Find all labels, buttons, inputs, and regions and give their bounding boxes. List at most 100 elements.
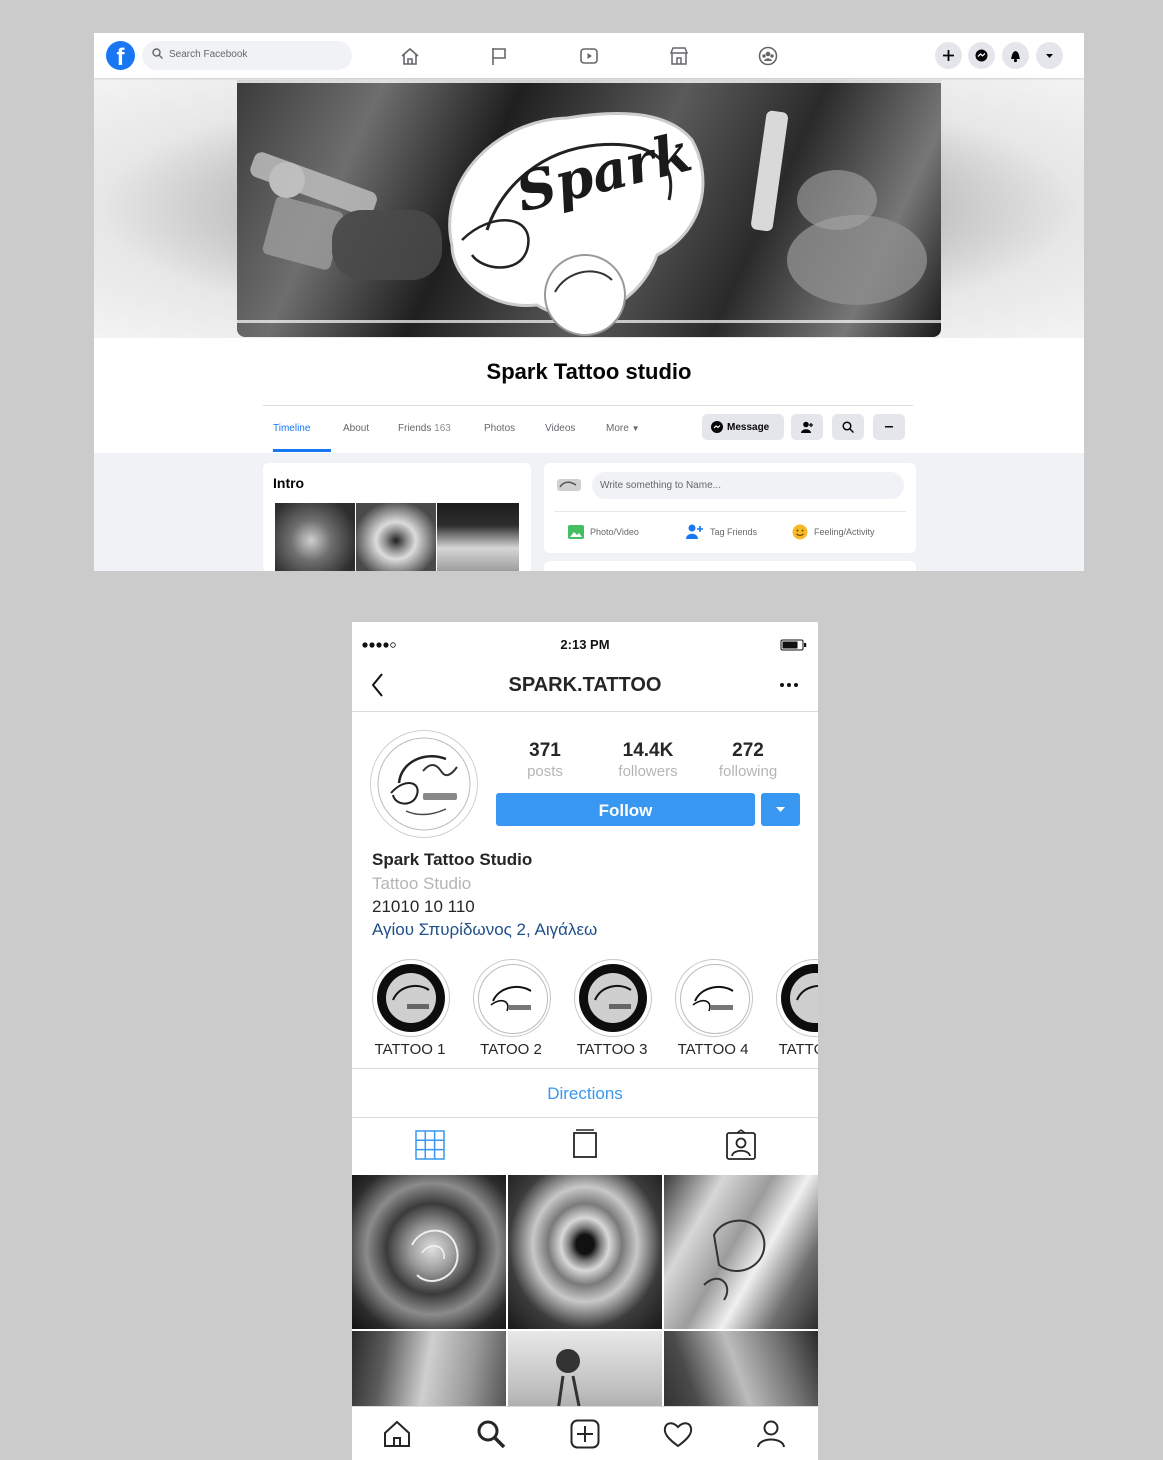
profile-icon[interactable] [756,1419,786,1449]
follow-button[interactable]: Follow [496,793,755,826]
tag-friends-button[interactable]: Tag Friends [686,523,786,543]
following-label[interactable]: following [698,763,798,780]
message-button-label: Message [727,422,770,433]
more-dots-icon [885,426,893,428]
watch-icon[interactable] [578,45,600,67]
followers-label[interactable]: followers [598,763,698,780]
followers-count[interactable]: 14.4K [598,740,698,762]
follow-button-label: Follow [598,801,653,820]
tag-friends-icon [686,524,703,539]
highlight-label: TATOO 2 [480,1041,542,1058]
highlight-ring [473,959,551,1037]
grid-photo[interactable] [508,1175,662,1329]
tab-friends-label: Friends [398,423,432,434]
feed-view-icon[interactable] [572,1128,598,1160]
highlight-cover [478,964,548,1034]
status-time: 2:13 PM [560,637,610,652]
intro-photo[interactable] [275,503,355,571]
plus-icon [943,50,954,61]
highlight-ring [776,959,818,1037]
search-icon[interactable] [476,1419,506,1449]
intro-photo[interactable] [437,503,519,571]
tab-timeline[interactable]: Timeline [273,423,310,434]
facebook-page-mockup: Spark Spark Tattoo studio Timeline About… [94,33,1084,571]
grid-photo[interactable] [664,1175,818,1329]
divider [352,1068,818,1069]
page-search-button[interactable] [832,414,864,440]
create-button[interactable] [935,42,962,69]
cover-photo: Spark [237,80,941,337]
profile-avatar[interactable] [370,730,478,838]
home-icon[interactable] [399,45,421,67]
highlight-cover [579,964,647,1032]
following-count[interactable]: 272 [698,740,798,762]
facebook-logo[interactable]: f [106,41,135,70]
composer-placeholder: Write something to Name... [600,480,721,491]
heart-icon[interactable] [663,1419,693,1449]
suggested-dropdown-button[interactable] [761,793,800,826]
search-icon [152,48,163,59]
marketplace-icon[interactable] [668,45,690,67]
new-post-icon[interactable] [570,1419,600,1449]
tagged-photos-icon[interactable] [725,1129,757,1161]
highlight-label: TATTOO 4 [677,1041,749,1058]
post-composer: Write something to Name... Photo/Video T… [544,463,916,553]
battery-icon [780,639,807,651]
pages-flag-icon[interactable] [488,45,510,67]
feed-card [544,561,916,571]
active-tab-indicator [273,449,331,452]
top-navbar: f Search Facebook [94,33,1084,78]
composer-input[interactable]: Write something to Name... [592,472,904,499]
divider [352,1117,818,1118]
messenger-icon [711,421,723,433]
divider [554,511,906,512]
profile-tabs: Timeline About Friends 163 Photos Videos… [263,405,913,452]
highlight-ring [574,959,652,1037]
tab-about[interactable]: About [343,423,369,434]
caret-down-icon [1046,54,1053,58]
studio-logo-icon [377,737,471,831]
avatar [557,479,581,491]
profile-phone[interactable]: 21010 10 110 [372,897,475,917]
tab-more[interactable]: More ▼ [606,423,640,434]
directions-link[interactable]: Directions [352,1084,818,1104]
profile-username: SPARK.TATTOO [508,674,662,696]
search-placeholder: Search Facebook [169,49,248,60]
messenger-button[interactable] [968,42,995,69]
highlight-label: TATTOO 5 [778,1041,818,1058]
friends-count: 163 [434,423,451,434]
message-button[interactable]: Message [702,414,784,440]
highlight-label: TATTOO 1 [374,1041,446,1058]
tab-more-label: More [606,423,629,434]
tab-photos[interactable]: Photos [484,423,515,434]
divider [352,711,818,712]
photo-video-button[interactable]: Photo/Video [568,523,678,543]
highlight-cover [680,964,750,1034]
groups-icon[interactable] [757,45,779,67]
tab-videos[interactable]: Videos [545,423,575,434]
account-menu-button[interactable] [1036,42,1063,69]
profile-category: Tattoo Studio [372,874,472,893]
notifications-button[interactable] [1002,42,1029,69]
page-title: Spark Tattoo studio [486,359,692,384]
home-icon[interactable] [382,1419,412,1449]
grid-view-icon[interactable] [415,1130,445,1160]
tab-friends[interactable]: Friends 163 [398,423,451,434]
intro-title: Intro [273,475,305,491]
add-friend-button[interactable] [791,414,823,440]
feeling-activity-button[interactable]: Feeling/Activity [792,523,912,543]
highlight-label: TATTOO 3 [576,1041,648,1058]
bottom-tab-bar [352,1406,818,1460]
add-friend-icon [801,421,813,433]
grid-photo[interactable] [352,1175,506,1329]
photo-video-label: Photo/Video [590,527,639,537]
more-options-icon[interactable] [779,682,799,688]
intro-photo[interactable] [356,503,436,571]
messenger-icon [975,49,988,62]
photo-icon [568,525,584,539]
instagram-profile-mockup: 2:13 PM SPARK.TATTOO 371 posts 14.4K fol… [352,622,818,1460]
profile-address-link[interactable]: Αγίου Σπυρίδωνος 2, Αιγάλεω [372,920,597,940]
profile-name: Spark Tattoo Studio [372,850,533,869]
more-options-button[interactable] [873,414,905,440]
search-input[interactable]: Search Facebook [142,41,352,70]
